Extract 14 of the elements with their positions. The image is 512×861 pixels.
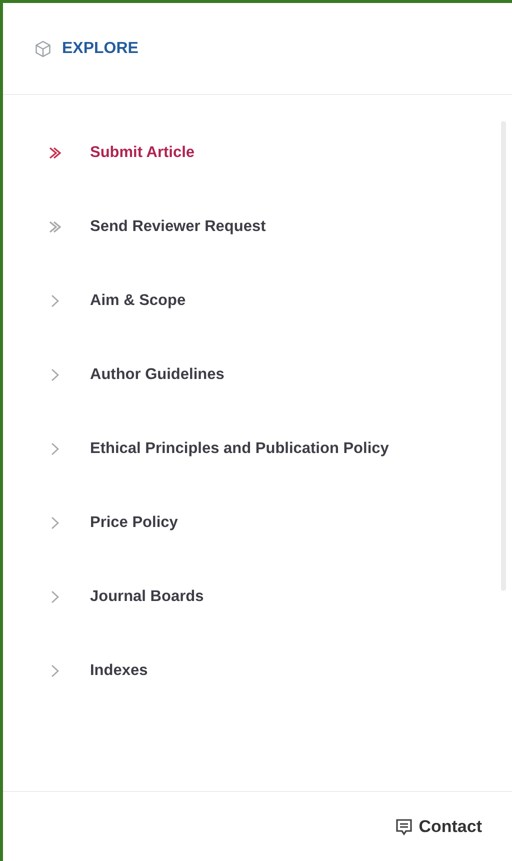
message-icon xyxy=(394,818,413,836)
cube-icon xyxy=(34,40,52,58)
contact-link[interactable]: Contact xyxy=(394,814,482,840)
menu-item[interactable]: Ethical Principles and Publication Policy xyxy=(3,412,512,486)
menu-item[interactable]: Aim & Scope xyxy=(3,264,512,338)
menu-item[interactable]: Author Guidelines xyxy=(3,338,512,412)
menu-item[interactable]: Journal Boards xyxy=(3,560,512,634)
menu-item[interactable]: Submit Article xyxy=(3,116,512,190)
menu-item[interactable]: Send Reviewer Request xyxy=(3,190,512,264)
section-title: EXPLORE xyxy=(62,38,138,58)
menu-item[interactable]: Price Policy xyxy=(3,486,512,560)
menu-item[interactable]: Indexes xyxy=(3,634,512,708)
double-chevron-icon xyxy=(48,220,62,234)
double-chevron-icon xyxy=(48,146,62,160)
